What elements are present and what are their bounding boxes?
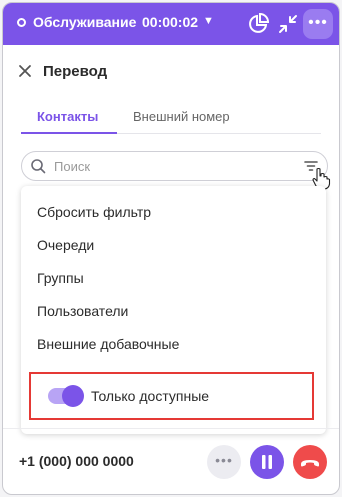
status-label[interactable]: Обслуживание [33,14,136,30]
menu-item-external-extensions[interactable]: Внешние добавочные [37,336,179,352]
minimize-icon[interactable] [276,12,300,36]
call-status-bar: Обслуживание 00:00:02 ▼ ••• [3,3,339,45]
more-button[interactable]: ••• [207,445,241,479]
phone-number: +1 (000) 000 0000 [19,453,134,469]
menu-item-reset-filter[interactable]: Сбросить фильтр [37,204,151,220]
call-widget: Обслуживание 00:00:02 ▼ ••• Перевод Конт… [2,2,340,495]
pie-chart-icon[interactable] [246,12,270,36]
pause-button[interactable] [250,445,284,479]
close-icon[interactable] [18,64,32,78]
footer-divider [3,428,339,429]
only-available-toggle[interactable] [48,385,84,407]
only-available-label: Только доступные [91,388,210,404]
hangup-button[interactable] [293,445,327,479]
pause-icon [262,455,272,469]
status-ring-icon [17,18,26,27]
tab-contacts[interactable]: Контакты [37,109,98,124]
menu-item-queues[interactable]: Очереди [37,237,94,253]
filter-menu: Сбросить фильтр Очереди Группы Пользоват… [21,186,326,434]
search-box [21,151,328,181]
page-title: Перевод [43,63,108,80]
only-available-row[interactable]: Только доступные [29,372,314,420]
caret-down-icon[interactable]: ▼ [203,15,214,27]
hangup-icon [301,460,319,467]
active-tab-indicator [21,132,117,134]
toggle-knob [62,385,84,407]
menu-item-users[interactable]: Пользователи [37,303,128,319]
search-icon [31,159,46,174]
tab-bar: Контакты Внешний номер [21,103,321,134]
search-input[interactable] [52,155,296,177]
tab-external-number[interactable]: Внешний номер [133,109,230,124]
call-timer: 00:00:02 [142,14,199,30]
menu-item-groups[interactable]: Группы [37,270,84,286]
more-icon[interactable]: ••• [303,9,333,39]
